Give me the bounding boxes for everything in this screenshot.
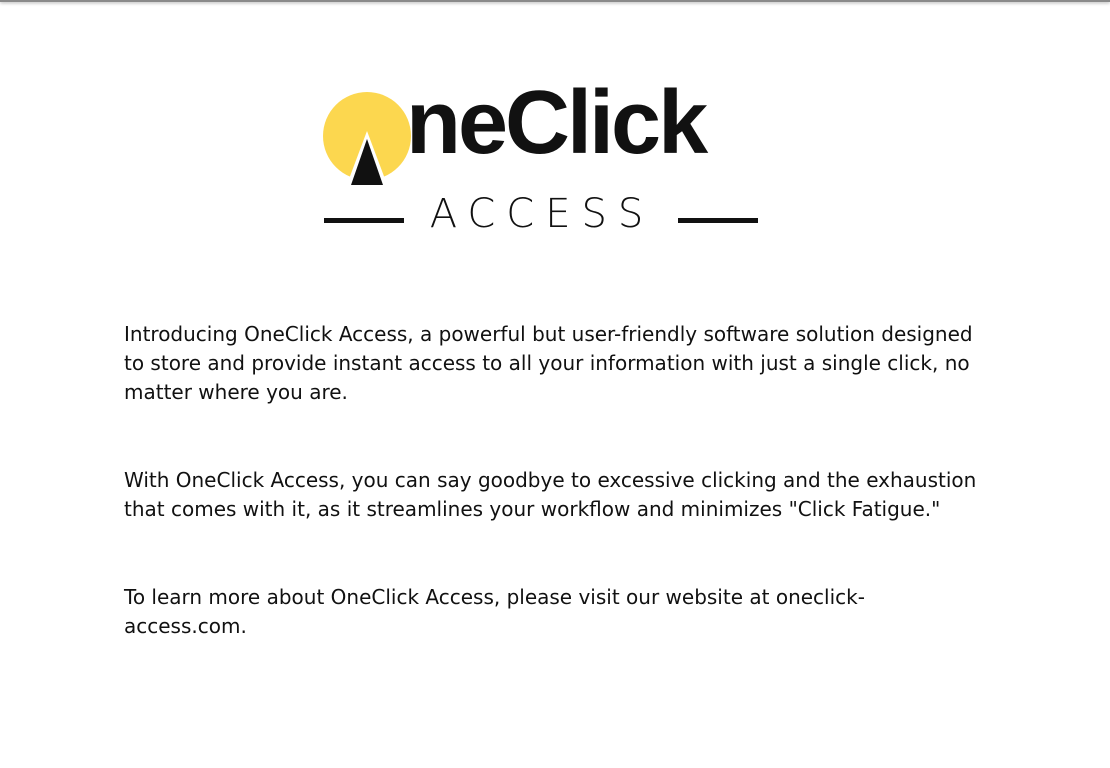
top-edge-shadow: [0, 0, 1110, 2]
website-paragraph: To learn more about OneClick Access, ple…: [124, 585, 865, 638]
logo-subtitle: ACCESS: [429, 191, 655, 237]
logo-wordmark: neClick: [406, 73, 708, 173]
logo-divider-right: [678, 218, 758, 223]
oneclick-access-logo: neClick ACCESS: [318, 78, 768, 238]
intro-paragraph: Introducing OneClick Access, a powerful …: [124, 322, 973, 404]
intro-content: Introducing OneClick Access, a powerful …: [124, 320, 984, 641]
logo-subtitle-row: ACCESS: [318, 192, 768, 236]
letter-o-arrow-icon: [323, 92, 411, 187]
benefit-paragraph: With OneClick Access, you can say goodby…: [124, 468, 977, 521]
logo-divider-left: [324, 218, 404, 223]
